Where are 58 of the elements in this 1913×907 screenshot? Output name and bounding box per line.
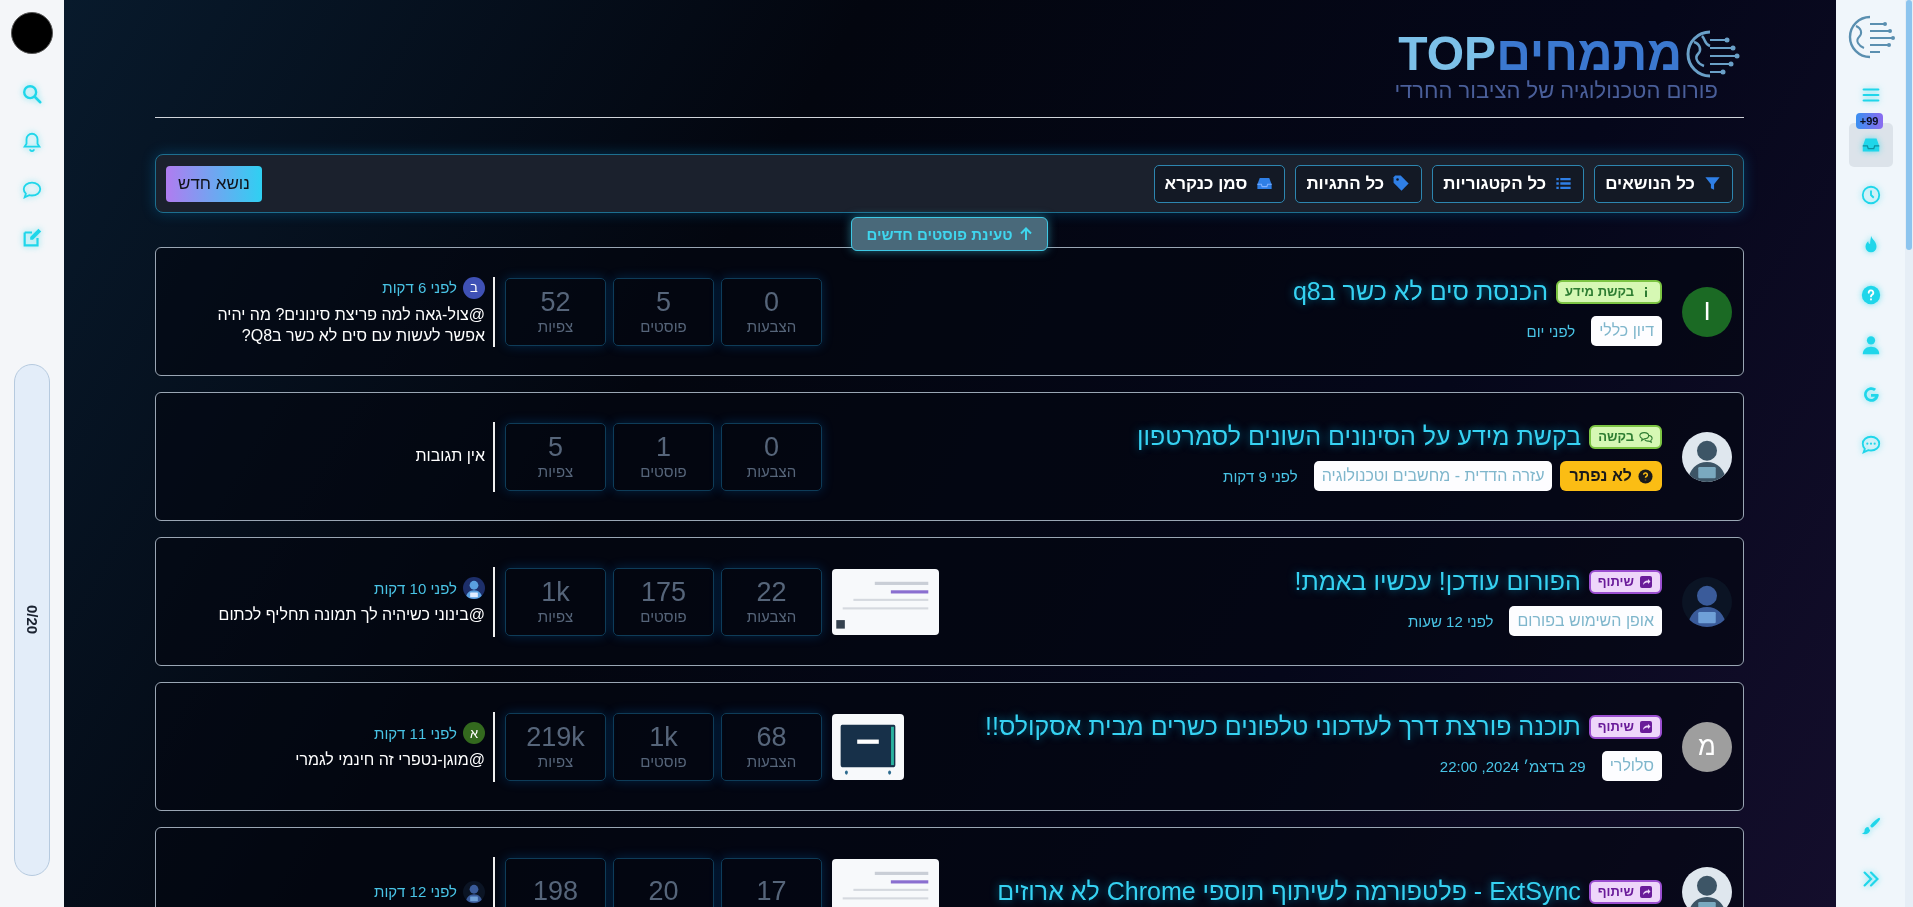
arrow-up-icon [1018, 227, 1033, 241]
new-topic-button[interactable]: נושא חדש [166, 165, 262, 202]
chat-icon[interactable] [21, 179, 43, 201]
bell-icon[interactable] [21, 131, 43, 153]
reply-preview[interactable]: אין תגובות [175, 446, 485, 467]
count-badge: +99 [1855, 113, 1883, 129]
clock-icon[interactable] [1859, 184, 1882, 206]
user-avatar[interactable] [11, 12, 53, 54]
reply-preview[interactable]: @בינוני כשיהיה לך תמונה תחליף לכתום [175, 605, 485, 626]
logo-text: מתמחים [1496, 30, 1682, 78]
chat-icon[interactable] [1859, 434, 1882, 456]
compose-icon[interactable] [21, 227, 43, 249]
topic-badge: שיתוף [1588, 879, 1662, 904]
reply-preview[interactable]: @צול-גאה למה פריצת סינונים? מה יהיה אפשר לעשות עם סים לא כשר בQ8? [175, 304, 485, 347]
stat-box: 198 [505, 857, 606, 907]
filter-button[interactable]: סמן כנקרא [1153, 164, 1286, 203]
avatar: ב [463, 276, 485, 299]
question-icon [1638, 468, 1653, 484]
reply-time[interactable]: לפני 12 דקות [374, 883, 457, 900]
logo-tagline: פורום הטכנולוגיה של הציבור החרדי [1394, 78, 1718, 104]
avatar: מ [1682, 721, 1732, 772]
topic-time: לפני 9 דקות [1223, 467, 1298, 485]
filter-button[interactable]: כל התגיות [1295, 164, 1423, 203]
chat-icon [1639, 429, 1653, 444]
stat-box: 17 [721, 857, 822, 907]
reply-preview[interactable]: @מוגן-נטפרי זה חינמי לגמרי [175, 750, 485, 771]
topic-time: לפני 12 שעות [1407, 612, 1494, 630]
topic-badge: שיתוף [1588, 569, 1662, 594]
topic-time: 29 בדצמ׳ 2024, 22:00 [1439, 757, 1586, 775]
logo-text: TOP [1398, 30, 1497, 78]
avatar: א [463, 722, 485, 745]
share-icon [1639, 719, 1653, 734]
topic-badge: בקשה [1589, 424, 1662, 449]
status-badge: לא נפתר [1560, 461, 1662, 491]
stat-box: 20 [613, 857, 714, 907]
scrollbar[interactable] [1905, 0, 1913, 907]
help-icon[interactable] [1859, 284, 1882, 306]
share-icon [1639, 574, 1653, 589]
search-icon[interactable] [21, 83, 43, 105]
avatar: I [1682, 286, 1732, 337]
reading-progress[interactable]: 0/20 [14, 364, 50, 876]
brush-icon[interactable] [1859, 815, 1882, 837]
topic-title[interactable]: הפורום עודכן! עכשיו באמת! [1294, 567, 1581, 596]
filter-button[interactable]: כל הקטגוריות [1432, 164, 1585, 203]
reply-time[interactable]: לפני 11 דקות [374, 724, 457, 742]
filter-button[interactable]: כל הנושאים [1594, 164, 1733, 203]
filter-icon [1703, 174, 1722, 193]
topic-time: לפני יום [1526, 322, 1576, 340]
topic-badge: שיתוף [1588, 714, 1662, 739]
reply-time[interactable]: לפני 6 דקות [382, 279, 457, 297]
topic-title[interactable]: הכנסת סים לא כשר בq8 [1292, 277, 1549, 306]
share-icon [1639, 884, 1653, 899]
topic-title[interactable]: ExtSync - פלטפורמה לשיתוף תוספי Chrome לא ארוזים [997, 877, 1581, 906]
tag-icon [1392, 174, 1412, 193]
topic-title[interactable]: בקשת מידע על הסינונים השונים לסמרטפון [1136, 422, 1582, 451]
topic-title[interactable]: תוכנה פורצת דרך לעדכוני טלפונים כשרים מבית אסקולס!! [985, 712, 1581, 741]
reply-time[interactable]: לפני 10 דקות [374, 579, 457, 597]
topic-badge: בקשת מידע [1556, 279, 1662, 304]
